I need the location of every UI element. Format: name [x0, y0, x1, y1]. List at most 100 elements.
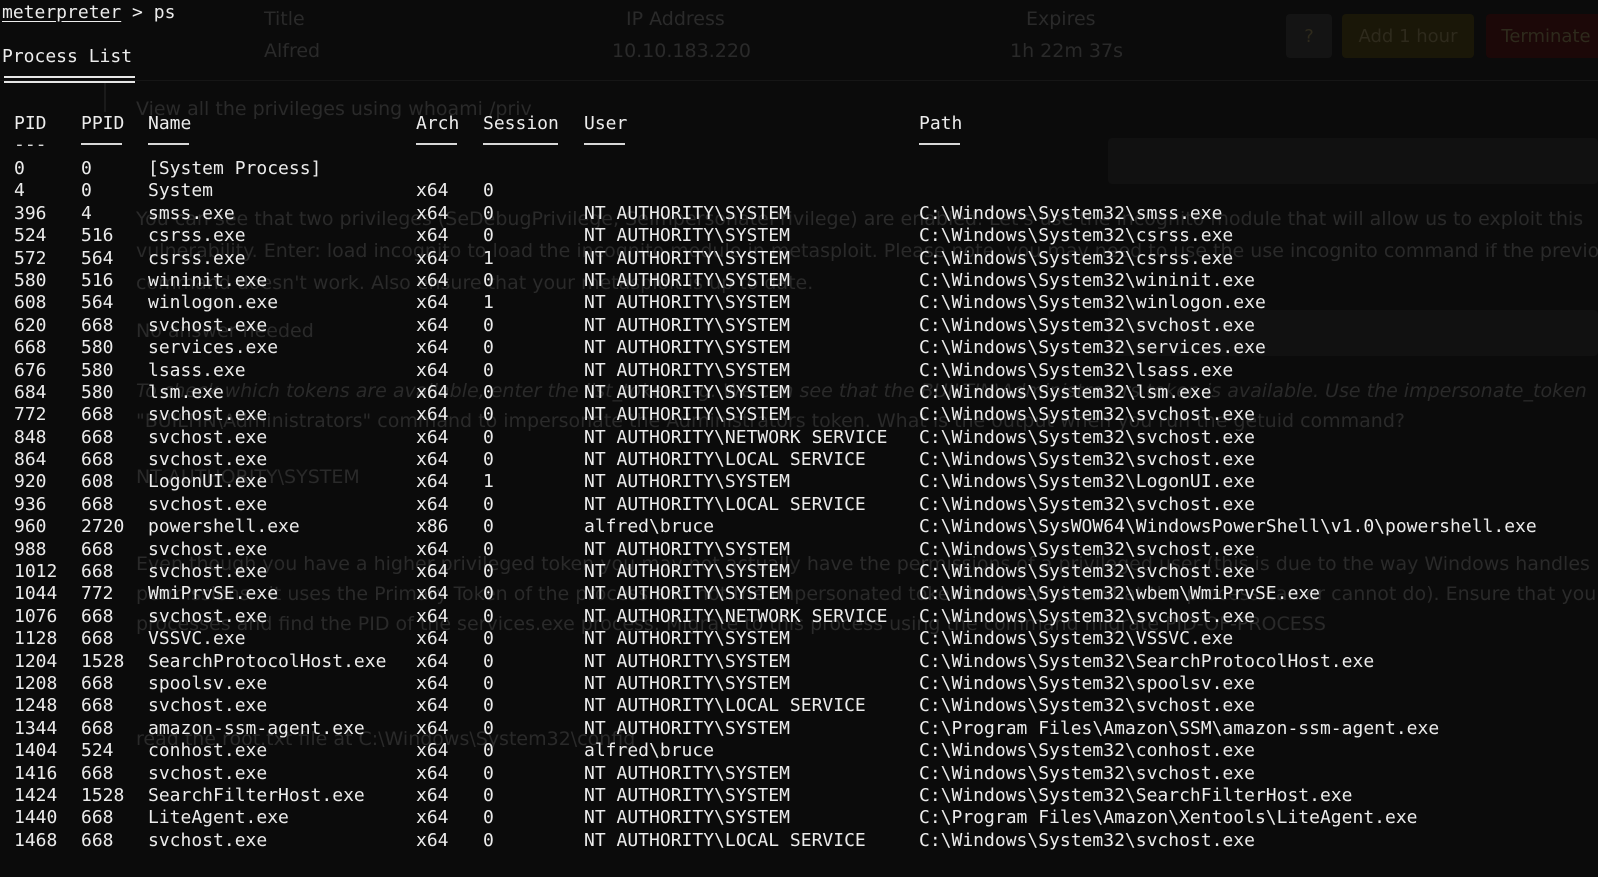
column-header-session: Session	[483, 113, 559, 134]
path-underline	[919, 143, 960, 145]
cell-pid: 864	[14, 449, 47, 471]
cell-path: C:\Windows\System32\smss.exe	[919, 202, 1223, 224]
cell-session: 0	[483, 202, 494, 224]
cell-user: NT AUTHORITY\SYSTEM	[584, 471, 790, 493]
cell-pid: 960	[14, 516, 47, 538]
cell-path: C:\Windows\System32\SearchProtocolHost.e…	[919, 650, 1375, 672]
cell-pid: 1076	[14, 605, 58, 627]
cell-ppid: 524	[81, 740, 114, 762]
table-row: 960 2720 powershell.exe x86 0 alfred\bruce C:\…	[0, 516, 1598, 538]
cell-session: 0	[483, 337, 494, 359]
table-row: 1076 668 svchost.exe x64 0 NT AUTHORITY\NETWO…	[0, 606, 1598, 628]
cell-ppid: 668	[81, 426, 114, 448]
cell-ppid: 668	[81, 449, 114, 471]
cell-path: C:\Windows\System32\svchost.exe	[919, 829, 1255, 851]
cell-path: C:\Windows\System32\svchost.exe	[919, 426, 1255, 448]
cell-arch: x86	[416, 516, 449, 538]
cell-user: NT AUTHORITY\SYSTEM	[584, 717, 790, 739]
cell-arch: x64	[416, 829, 449, 851]
cell-pid: 4	[14, 180, 25, 202]
cell-path: C:\Windows\System32\conhost.exe	[919, 740, 1255, 762]
cell-session: 0	[483, 717, 494, 739]
cell-arch: x64	[416, 426, 449, 448]
cell-path: C:\Windows\System32\lsm.exe	[919, 381, 1212, 403]
cell-ppid: 1528	[81, 650, 125, 672]
cell-path: C:\Windows\System32\svchost.exe	[919, 762, 1255, 784]
cell-arch: x64	[416, 359, 449, 381]
cell-path: C:\Windows\System32\svchost.exe	[919, 695, 1255, 717]
cell-session: 1	[483, 471, 494, 493]
cell-name: svchost.exe	[148, 762, 268, 784]
cell-arch: x64	[416, 493, 449, 515]
cell-arch: x64	[416, 180, 449, 202]
cell-pid: 572	[14, 247, 47, 269]
session-underline	[483, 143, 558, 145]
cell-arch: x64	[416, 292, 449, 314]
table-row: 580 516 wininit.exe x64 0 NT AUTHORITY\SYSTEM…	[0, 270, 1598, 292]
cell-path: C:\Windows\System32\VSSVC.exe	[919, 628, 1234, 650]
cell-pid: 1208	[14, 672, 58, 694]
cell-path: C:\Windows\System32\svchost.exe	[919, 605, 1255, 627]
cell-user: NT AUTHORITY\SYSTEM	[584, 381, 790, 403]
cell-name: [System Process]	[148, 158, 322, 179]
table-row: 1128 668 VSSVC.exe x64 0 NT AUTHORITY\SYSTEM C…	[0, 628, 1598, 650]
cell-session: 0	[483, 381, 494, 403]
command-prompt: meterpreter > ps	[2, 2, 175, 24]
cell-pid: 676	[14, 359, 47, 381]
terminal-output[interactable]: meterpreter > ps Process List PID PPID N…	[0, 0, 1598, 877]
ppid-underline	[81, 143, 122, 145]
cell-user: alfred\bruce	[584, 516, 715, 538]
cell-path: C:\Windows\System32\csrss.exe	[919, 247, 1234, 269]
cell-ppid: 564	[81, 247, 114, 269]
cell-session: 0	[483, 225, 494, 247]
cell-ppid: 668	[81, 807, 114, 829]
cell-arch: x64	[416, 225, 449, 247]
cell-arch: x64	[416, 381, 449, 403]
table-row: 1424 1528 SearchFilterHost.exe x64 0 NT AUTHO…	[0, 785, 1598, 807]
cell-name: svchost.exe	[148, 561, 268, 583]
cell-session: 0	[483, 404, 494, 426]
cell-name: WmiPrvSE.exe	[148, 583, 279, 605]
cell-path: C:\Windows\System32\svchost.exe	[919, 538, 1255, 560]
cell-pid: 772	[14, 404, 47, 426]
cell-session: 0	[483, 583, 494, 605]
cell-session: 0	[483, 650, 494, 672]
table-header-row: PID PPID Name Arch Session User Path	[0, 113, 1598, 136]
cell-arch: x64	[416, 269, 449, 291]
table-row: 1404 524 conhost.exe x64 0 alfred\bruce C:\Win…	[0, 740, 1598, 762]
prompt-command: > ps	[121, 2, 176, 23]
cell-user: NT AUTHORITY\LOCAL SERVICE	[584, 695, 866, 717]
cell-user: NT AUTHORITY\SYSTEM	[584, 538, 790, 560]
cell-pid: 936	[14, 493, 47, 515]
cell-session: 0	[483, 269, 494, 291]
table-row: 864 668 svchost.exe x64 0 NT AUTHORITY\LOCAL …	[0, 449, 1598, 471]
table-row: 396 4 smss.exe x64 0 NT AUTHORITY\SYSTEM C:\Wi…	[0, 203, 1598, 225]
process-rows: 0 0 [System Process] 4 0 System x64 0 396 4 smss.e…	[0, 158, 1598, 852]
cell-pid: 988	[14, 538, 47, 560]
cell-ppid: 668	[81, 561, 114, 583]
cell-ppid: 516	[81, 225, 114, 247]
cell-path: C:\Windows\System32\winlogon.exe	[919, 292, 1266, 314]
cell-session: 0	[483, 314, 494, 336]
cell-name: svchost.exe	[148, 426, 268, 448]
table-row: 676 580 lsass.exe x64 0 NT AUTHORITY\SYSTEM C:…	[0, 360, 1598, 382]
cell-name: SearchFilterHost.exe	[148, 784, 365, 806]
cell-session: 0	[483, 359, 494, 381]
cell-session: 0	[483, 449, 494, 471]
cell-pid: 1344	[14, 717, 58, 739]
cell-session: 0	[483, 695, 494, 717]
table-row: 920 608 LogonUI.exe x64 1 NT AUTHORITY\SYSTEM…	[0, 471, 1598, 493]
cell-arch: x64	[416, 583, 449, 605]
cell-user: NT AUTHORITY\SYSTEM	[584, 404, 790, 426]
cell-ppid: 668	[81, 493, 114, 515]
cell-user: NT AUTHORITY\SYSTEM	[584, 784, 790, 806]
cell-pid: 1424	[14, 784, 58, 806]
cell-path: C:\Windows\System32\svchost.exe	[919, 314, 1255, 336]
cell-name: lsm.exe	[148, 381, 224, 403]
cell-ppid: 668	[81, 538, 114, 560]
cell-user: NT AUTHORITY\NETWORK SERVICE	[584, 605, 888, 627]
cell-arch: x64	[416, 807, 449, 829]
section-title: Process List	[2, 46, 133, 67]
table-row: 668 580 services.exe x64 0 NT AUTHORITY\SYSTE…	[0, 337, 1598, 359]
cell-pid: 396	[14, 202, 47, 224]
